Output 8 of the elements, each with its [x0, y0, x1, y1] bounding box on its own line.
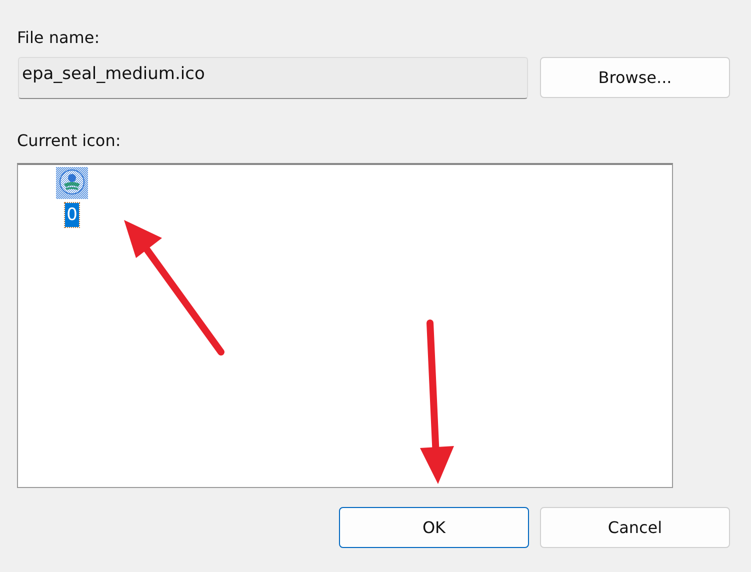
browse-button[interactable]: Browse...: [540, 57, 730, 98]
file-name-label: File name:: [17, 27, 101, 49]
file-name-field[interactable]: epa_seal_medium.ico: [18, 57, 528, 99]
seal-icon: [56, 167, 88, 199]
current-icon-label: Current icon:: [17, 130, 122, 152]
icon-index-label[interactable]: 0: [64, 203, 80, 227]
cancel-button[interactable]: Cancel: [540, 507, 730, 548]
ok-button[interactable]: OK: [339, 507, 529, 548]
